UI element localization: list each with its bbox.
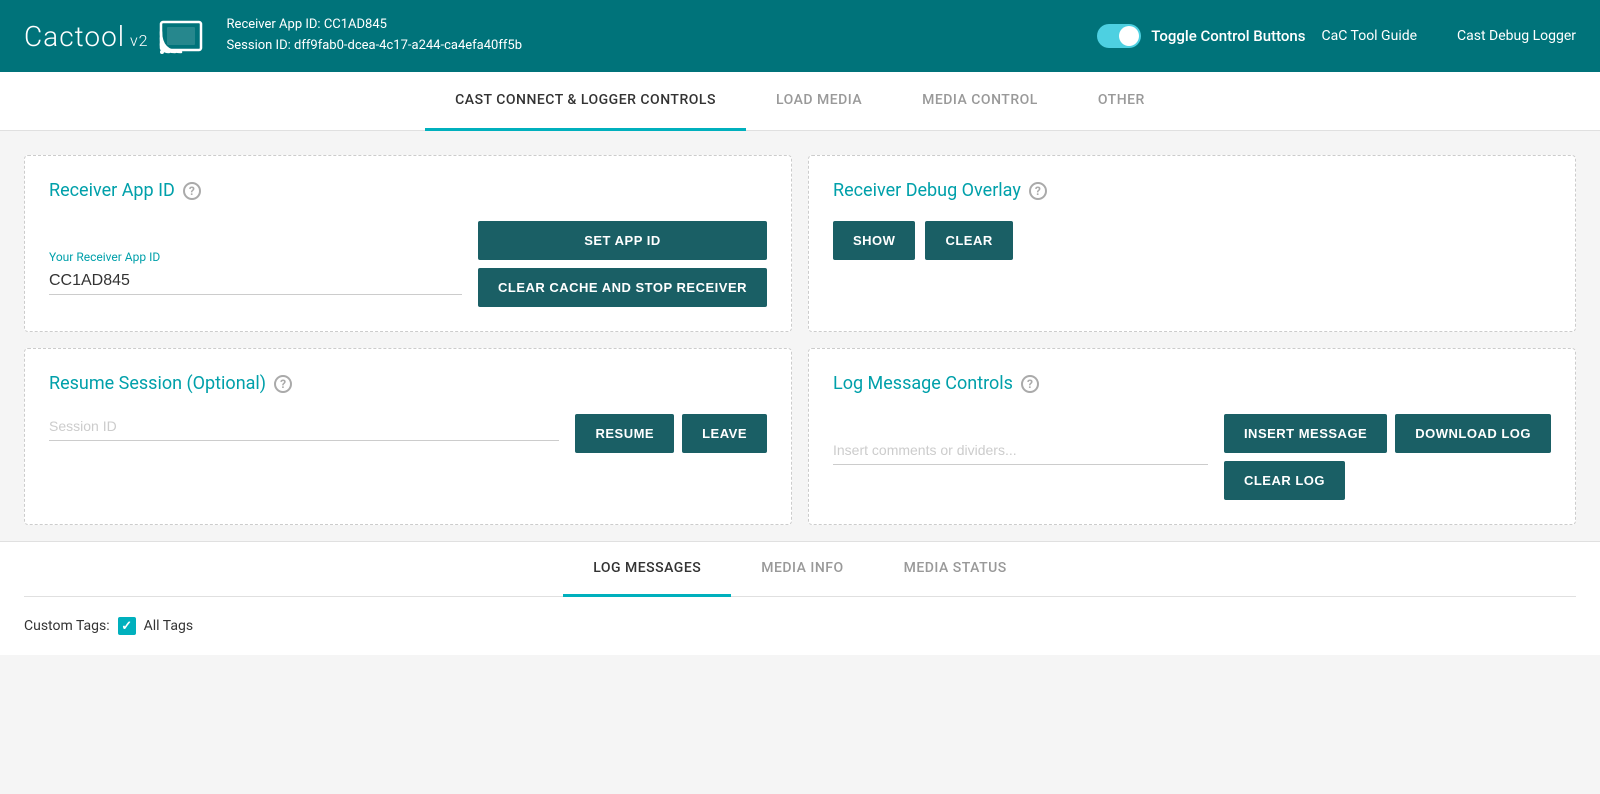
receiver-app-id-input-label: Your Receiver App ID [49, 250, 462, 264]
receiver-app-id-buttons: SET APP ID CLEAR CACHE AND STOP RECEIVER [478, 221, 767, 307]
clear-cache-button[interactable]: CLEAR CACHE AND STOP RECEIVER [478, 268, 767, 307]
receiver-debug-title: Receiver Debug Overlay ? [833, 180, 1551, 201]
receiver-app-id-input-area: Your Receiver App ID [49, 250, 462, 307]
show-overlay-button[interactable]: SHOW [833, 221, 915, 260]
tab-cast-connect[interactable]: CAST CONNECT & LOGGER CONTROLS [425, 72, 746, 131]
insert-message-button[interactable]: INSERT MESSAGE [1224, 414, 1387, 453]
toggle-control-buttons[interactable] [1097, 24, 1141, 48]
clear-log-button[interactable]: CLEAR LOG [1224, 461, 1345, 500]
resume-session-buttons: RESUME LEAVE [575, 414, 767, 453]
receiver-app-id-info: Receiver App ID: CC1AD845 [227, 15, 1066, 36]
session-id-input[interactable] [49, 414, 559, 441]
log-control-buttons: INSERT MESSAGE DOWNLOAD LOG CLEAR LOG [1224, 414, 1551, 500]
download-log-button[interactable]: DOWNLOAD LOG [1395, 414, 1551, 453]
receiver-debug-help-icon[interactable]: ? [1029, 182, 1047, 200]
receiver-app-id-input[interactable] [49, 268, 462, 295]
log-navigation: LOG MESSAGES MEDIA INFO MEDIA STATUS [24, 542, 1576, 597]
resume-button[interactable]: RESUME [575, 414, 674, 453]
leave-button[interactable]: LEAVE [682, 414, 767, 453]
tab-media-info[interactable]: MEDIA INFO [731, 542, 873, 597]
header-links: CaC Tool Guide Cast Debug Logger [1322, 28, 1577, 44]
card-grid: Receiver App ID ? Your Receiver App ID S… [24, 155, 1576, 525]
tab-other[interactable]: OTHER [1068, 72, 1175, 131]
log-message-controls-help-icon[interactable]: ? [1021, 375, 1039, 393]
session-id-info: Session ID: dff9fab0-dcea-4c17-a244-ca4e… [227, 36, 1066, 57]
log-message-controls-card: Log Message Controls ? INSERT MESSAGE DO… [808, 348, 1576, 525]
receiver-app-id-card: Receiver App ID ? Your Receiver App ID S… [24, 155, 792, 332]
cast-debug-logger-link[interactable]: Cast Debug Logger [1457, 28, 1576, 44]
header-session-info: Receiver App ID: CC1AD845 Session ID: df… [227, 15, 1066, 57]
tab-load-media[interactable]: LOAD MEDIA [746, 72, 892, 131]
log-content: Custom Tags: All Tags [24, 597, 1576, 655]
toggle-section[interactable]: Toggle Control Buttons [1097, 24, 1305, 48]
main-content: Receiver App ID ? Your Receiver App ID S… [0, 131, 1600, 679]
custom-tags-section: Custom Tags: All Tags [24, 617, 1576, 635]
main-navigation: CAST CONNECT & LOGGER CONTROLS LOAD MEDI… [0, 72, 1600, 131]
log-top-buttons: INSERT MESSAGE DOWNLOAD LOG [1224, 414, 1551, 453]
log-section: LOG MESSAGES MEDIA INFO MEDIA STATUS Cus… [0, 541, 1600, 655]
resume-session-title: Resume Session (Optional) ? [49, 373, 767, 394]
all-tags-checkbox[interactable] [118, 617, 136, 635]
receiver-app-id-help-icon[interactable]: ? [183, 182, 201, 200]
resume-session-body: RESUME LEAVE [49, 414, 767, 453]
set-app-id-button[interactable]: SET APP ID [478, 221, 767, 260]
receiver-debug-overlay-card: Receiver Debug Overlay ? SHOW CLEAR [808, 155, 1576, 332]
logo-version: v2 [125, 31, 148, 50]
log-message-controls-title: Log Message Controls ? [833, 373, 1551, 394]
overlay-buttons: SHOW CLEAR [833, 221, 1551, 260]
receiver-app-id-title: Receiver App ID ? [49, 180, 767, 201]
resume-session-card: Resume Session (Optional) ? RESUME LEAVE [24, 348, 792, 525]
clear-overlay-button[interactable]: CLEAR [925, 221, 1012, 260]
receiver-app-id-body: Your Receiver App ID SET APP ID CLEAR CA… [49, 221, 767, 307]
tab-media-control[interactable]: MEDIA CONTROL [892, 72, 1068, 131]
custom-tags-label: Custom Tags: [24, 618, 110, 634]
toggle-label: Toggle Control Buttons [1151, 27, 1305, 45]
cast-icon [159, 18, 203, 54]
logo-name: Cactool v2 [24, 20, 149, 53]
tab-log-messages[interactable]: LOG MESSAGES [563, 542, 731, 597]
app-logo: Cactool v2 [24, 18, 203, 54]
resume-session-input-area [49, 414, 559, 453]
log-message-input[interactable] [833, 438, 1208, 465]
log-controls-body: INSERT MESSAGE DOWNLOAD LOG CLEAR LOG [833, 414, 1551, 500]
app-header: Cactool v2 Receiver App ID: CC1AD845 Ses… [0, 0, 1600, 72]
resume-session-help-icon[interactable]: ? [274, 375, 292, 393]
cac-tool-guide-link[interactable]: CaC Tool Guide [1322, 28, 1418, 44]
all-tags-label: All Tags [144, 618, 193, 634]
tab-media-status[interactable]: MEDIA STATUS [874, 542, 1037, 597]
log-input-area [833, 438, 1208, 477]
